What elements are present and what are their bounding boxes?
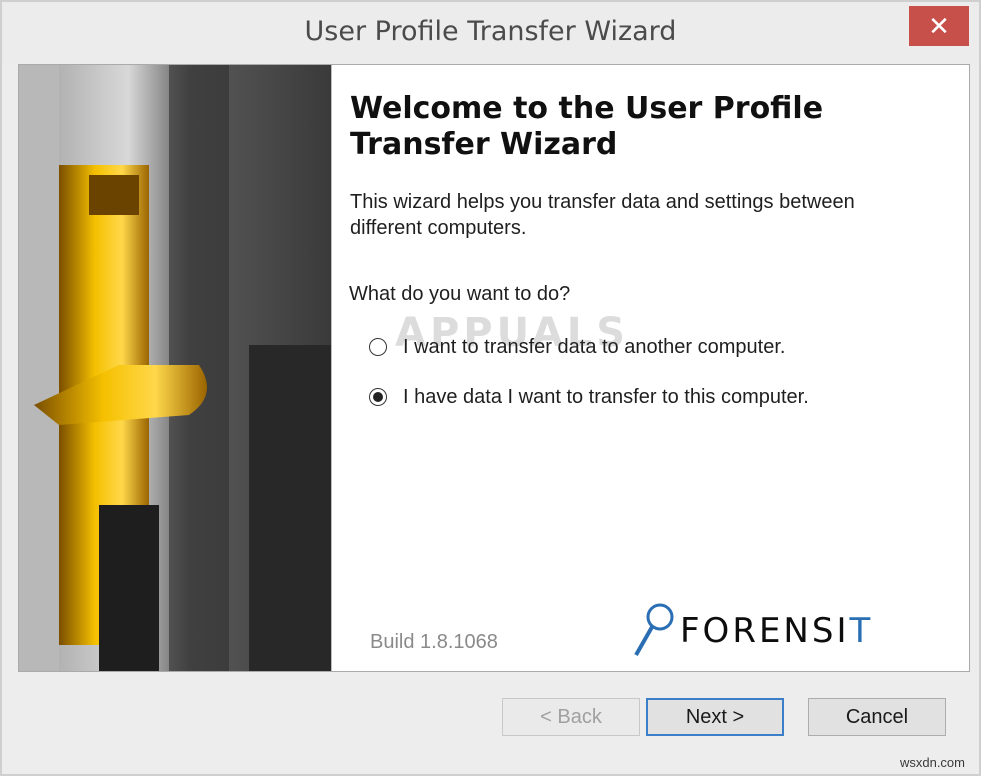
page-title: Welcome to the User Profile Transfer Wiz… — [350, 91, 824, 162]
radio-button[interactable] — [369, 388, 387, 406]
cancel-button[interactable]: Cancel — [808, 698, 946, 736]
next-button[interactable]: Next > — [646, 698, 784, 736]
build-label: Build 1.8.1068 — [370, 631, 498, 653]
door-handle-image — [19, 65, 332, 671]
radio-button[interactable] — [369, 338, 387, 356]
option-transfer-to-this[interactable]: I have data I want to transfer to this c… — [369, 383, 809, 411]
window-title: User Profile Transfer Wizard — [304, 16, 677, 47]
wizard-description: This wizard helps you transfer data and … — [350, 191, 855, 239]
forensit-logo: FORENSIT — [630, 599, 920, 659]
wizard-panel: Welcome to the User Profile Transfer Wiz… — [332, 65, 969, 671]
wizard-content: Welcome to the User Profile Transfer Wiz… — [18, 64, 970, 672]
question-label: What do you want to do? — [349, 283, 571, 305]
back-button[interactable]: < Back — [502, 698, 640, 736]
option-label: I have data I want to transfer to this c… — [403, 385, 809, 408]
close-icon: ✕ — [928, 11, 950, 41]
watermark: APPUALS — [395, 310, 630, 356]
title-bar: User Profile Transfer Wizard ✕ — [2, 2, 979, 64]
site-watermark: wsxdn.com — [899, 755, 965, 770]
logo-text: FORENSIT — [680, 611, 874, 651]
wizard-window: User Profile Transfer Wizard ✕ Welcome t… — [0, 0, 981, 776]
close-button[interactable]: ✕ — [909, 6, 969, 46]
